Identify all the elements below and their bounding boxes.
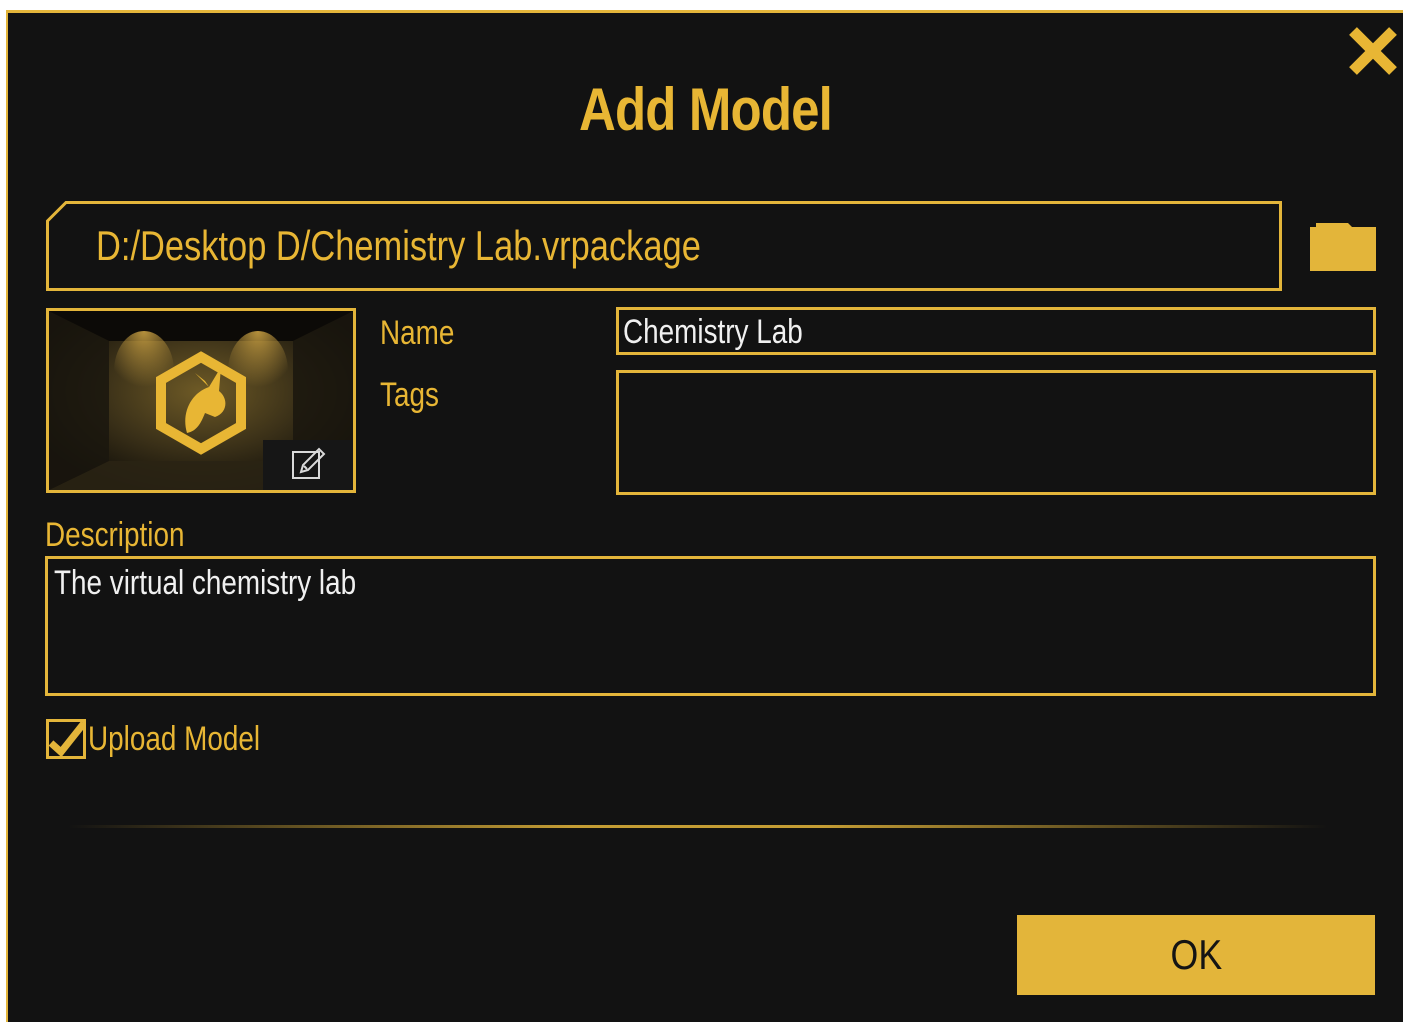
name-label: Name <box>380 314 455 352</box>
description-label: Description <box>45 516 185 554</box>
file-path-field[interactable]: D:/Desktop D/Chemistry Lab.vrpackage <box>46 201 1282 291</box>
folder-icon <box>1310 223 1376 271</box>
name-input-value: Chemistry Lab <box>623 313 803 351</box>
description-value: The virtual chemistry lab <box>54 564 357 602</box>
upload-model-label[interactable]: Upload Model <box>88 719 260 759</box>
checkmark-icon <box>48 720 86 758</box>
tags-input[interactable] <box>616 370 1376 495</box>
edit-thumbnail-button[interactable] <box>263 440 353 490</box>
ok-button-label: OK <box>1170 931 1222 978</box>
edit-pencil-icon <box>292 447 326 479</box>
name-input[interactable]: Chemistry Lab <box>616 307 1376 355</box>
model-thumbnail[interactable] <box>46 308 356 493</box>
footer-divider <box>68 825 1328 828</box>
upload-model-checkbox[interactable] <box>46 719 86 759</box>
tags-label: Tags <box>380 376 439 414</box>
add-model-dialog: Add Model D:/Desktop D/Chemistry Lab.vrp… <box>6 10 1403 1022</box>
browse-folder-button[interactable] <box>1310 223 1376 271</box>
close-button[interactable] <box>1345 23 1401 79</box>
description-textarea[interactable]: The virtual chemistry lab <box>45 556 1376 696</box>
ok-button[interactable]: OK <box>1017 915 1375 995</box>
dialog-title: Add Model <box>579 76 833 143</box>
close-icon <box>1349 27 1397 75</box>
file-path-text: D:/Desktop D/Chemistry Lab.vrpackage <box>96 222 701 269</box>
